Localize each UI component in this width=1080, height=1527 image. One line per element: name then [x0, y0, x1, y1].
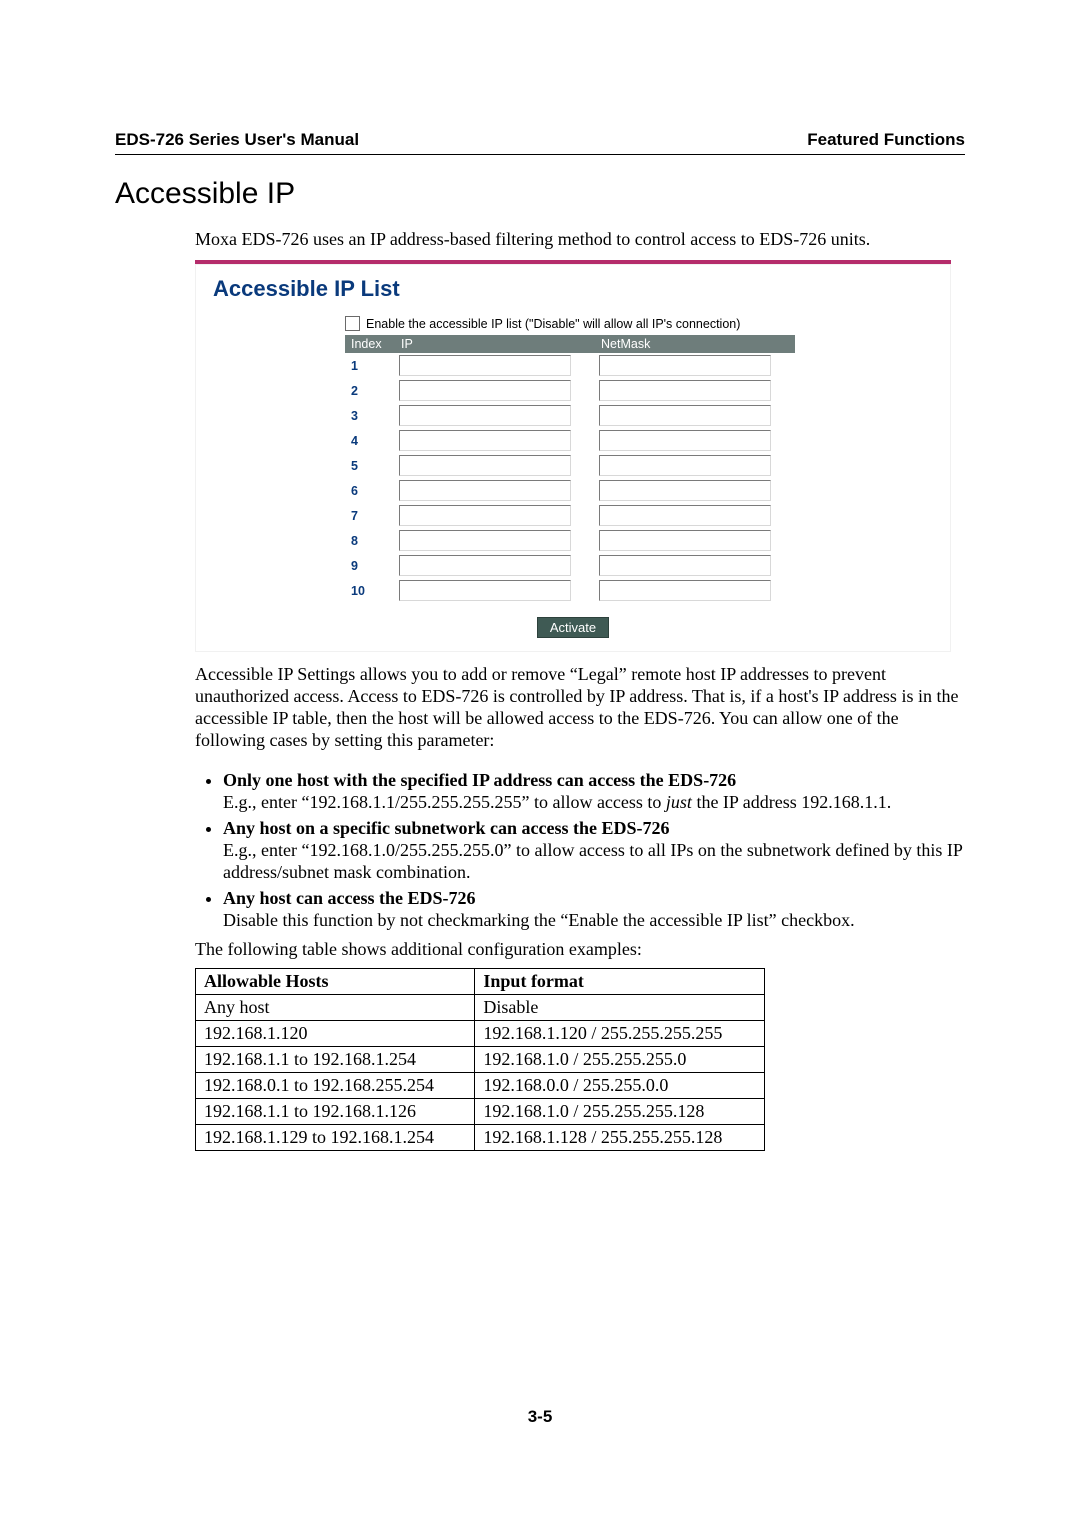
panel-title: Accessible IP List — [213, 276, 933, 302]
manual-title: EDS-726 Series User's Manual — [115, 130, 359, 150]
hosts-cell: 192.168.1.1 to 192.168.1.126 — [196, 1099, 475, 1125]
ip-input[interactable] — [399, 505, 571, 526]
ip-table: Index IP NetMask 1 2 3 4 5 6 7 8 9 10 — [345, 335, 795, 603]
netmask-input[interactable] — [599, 530, 771, 551]
bullet-text: E.g., enter “192.168.1.0/255.255.255.0” … — [223, 840, 962, 882]
table-row: Any hostDisable — [196, 995, 765, 1021]
row-index: 1 — [345, 353, 395, 378]
bullet-title: Any host on a specific subnetwork can ac… — [223, 818, 670, 838]
netmask-input[interactable] — [599, 555, 771, 576]
row-index: 8 — [345, 528, 395, 553]
format-cell: 192.168.1.128 / 255.255.255.128 — [475, 1125, 765, 1151]
table-row: 4 — [345, 428, 795, 453]
netmask-input[interactable] — [599, 480, 771, 501]
table-row: 192.168.0.1 to 192.168.255.254192.168.0.… — [196, 1073, 765, 1099]
table-row: 3 — [345, 403, 795, 428]
bullet-title: Any host can access the EDS-726 — [223, 888, 476, 908]
table-row: 10 — [345, 578, 795, 603]
examples-table: Allowable Hosts Input format Any hostDis… — [195, 968, 765, 1151]
ip-input[interactable] — [399, 430, 571, 451]
format-cell: 192.168.0.0 / 255.255.0.0 — [475, 1073, 765, 1099]
header-rule — [115, 154, 965, 155]
col-index: Index — [345, 335, 395, 353]
table-row: 192.168.1.1 to 192.168.1.254192.168.1.0 … — [196, 1047, 765, 1073]
format-cell: 192.168.1.0 / 255.255.255.0 — [475, 1047, 765, 1073]
bullet-title: Only one host with the specified IP addr… — [223, 770, 736, 790]
netmask-input[interactable] — [599, 455, 771, 476]
table-row: 5 — [345, 453, 795, 478]
table-row: 2 — [345, 378, 795, 403]
hosts-cell: 192.168.1.129 to 192.168.1.254 — [196, 1125, 475, 1151]
body-paragraph-1: Accessible IP Settings allows you to add… — [195, 664, 965, 752]
page-title: Accessible IP — [115, 177, 965, 211]
table-row: 1 — [345, 353, 795, 378]
table-intro: The following table shows additional con… — [195, 939, 965, 960]
intro-paragraph: Moxa EDS-726 uses an IP address-based fi… — [195, 229, 965, 250]
ip-input[interactable] — [399, 455, 571, 476]
ip-input[interactable] — [399, 480, 571, 501]
enable-checkbox-row[interactable]: Enable the accessible IP list ("Disable"… — [345, 316, 933, 331]
enable-checkbox-label: Enable the accessible IP list ("Disable"… — [366, 317, 740, 331]
row-index: 7 — [345, 503, 395, 528]
format-cell: 192.168.1.120 / 255.255.255.255 — [475, 1021, 765, 1047]
netmask-input[interactable] — [599, 505, 771, 526]
netmask-input[interactable] — [599, 430, 771, 451]
ip-input[interactable] — [399, 380, 571, 401]
col-netmask: NetMask — [595, 335, 795, 353]
row-index: 4 — [345, 428, 395, 453]
hosts-cell: 192.168.1.120 — [196, 1021, 475, 1047]
section-title: Featured Functions — [807, 130, 965, 150]
activate-row: Activate — [213, 617, 933, 638]
page-number: 3-5 — [115, 1407, 965, 1427]
col-ip: IP — [395, 335, 595, 353]
row-index: 6 — [345, 478, 395, 503]
row-index: 2 — [345, 378, 395, 403]
table-row: 8 — [345, 528, 795, 553]
table-row: 192.168.1.129 to 192.168.1.254192.168.1.… — [196, 1125, 765, 1151]
accessible-ip-panel: Accessible IP List Enable the accessible… — [195, 260, 951, 652]
ip-input[interactable] — [399, 580, 571, 601]
row-index: 9 — [345, 553, 395, 578]
netmask-input[interactable] — [599, 380, 771, 401]
ip-input[interactable] — [399, 555, 571, 576]
list-item: Only one host with the specified IP addr… — [223, 770, 965, 814]
ip-input[interactable] — [399, 355, 571, 376]
netmask-input[interactable] — [599, 405, 771, 426]
list-item: Any host on a specific subnetwork can ac… — [223, 818, 965, 884]
bullet-italic: just — [666, 792, 692, 812]
list-item: Any host can access the EDS-726 Disable … — [223, 888, 965, 932]
bullet-text: E.g., enter “192.168.1.1/255.255.255.255… — [223, 792, 666, 812]
format-cell: 192.168.1.0 / 255.255.255.128 — [475, 1099, 765, 1125]
netmask-input[interactable] — [599, 580, 771, 601]
hosts-cell: 192.168.1.1 to 192.168.1.254 — [196, 1047, 475, 1073]
netmask-input[interactable] — [599, 355, 771, 376]
row-index: 3 — [345, 403, 395, 428]
examples-header-hosts: Allowable Hosts — [196, 969, 475, 995]
table-row: 7 — [345, 503, 795, 528]
ip-input[interactable] — [399, 405, 571, 426]
table-row: 192.168.1.1 to 192.168.1.126192.168.1.0 … — [196, 1099, 765, 1125]
table-row: 9 — [345, 553, 795, 578]
hosts-cell: Any host — [196, 995, 475, 1021]
ip-input[interactable] — [399, 530, 571, 551]
bullet-text: Disable this function by not checkmarkin… — [223, 910, 855, 930]
hosts-cell: 192.168.0.1 to 192.168.255.254 — [196, 1073, 475, 1099]
bullet-text-b: the IP address 192.168.1.1. — [692, 792, 891, 812]
enable-checkbox[interactable] — [345, 316, 360, 331]
bullet-list: Only one host with the specified IP addr… — [195, 770, 965, 932]
examples-header-format: Input format — [475, 969, 765, 995]
row-index: 5 — [345, 453, 395, 478]
activate-button[interactable]: Activate — [537, 617, 609, 638]
format-cell: Disable — [475, 995, 765, 1021]
page-header: EDS-726 Series User's Manual Featured Fu… — [115, 130, 965, 150]
row-index: 10 — [345, 578, 395, 603]
table-row: 6 — [345, 478, 795, 503]
table-row: 192.168.1.120192.168.1.120 / 255.255.255… — [196, 1021, 765, 1047]
